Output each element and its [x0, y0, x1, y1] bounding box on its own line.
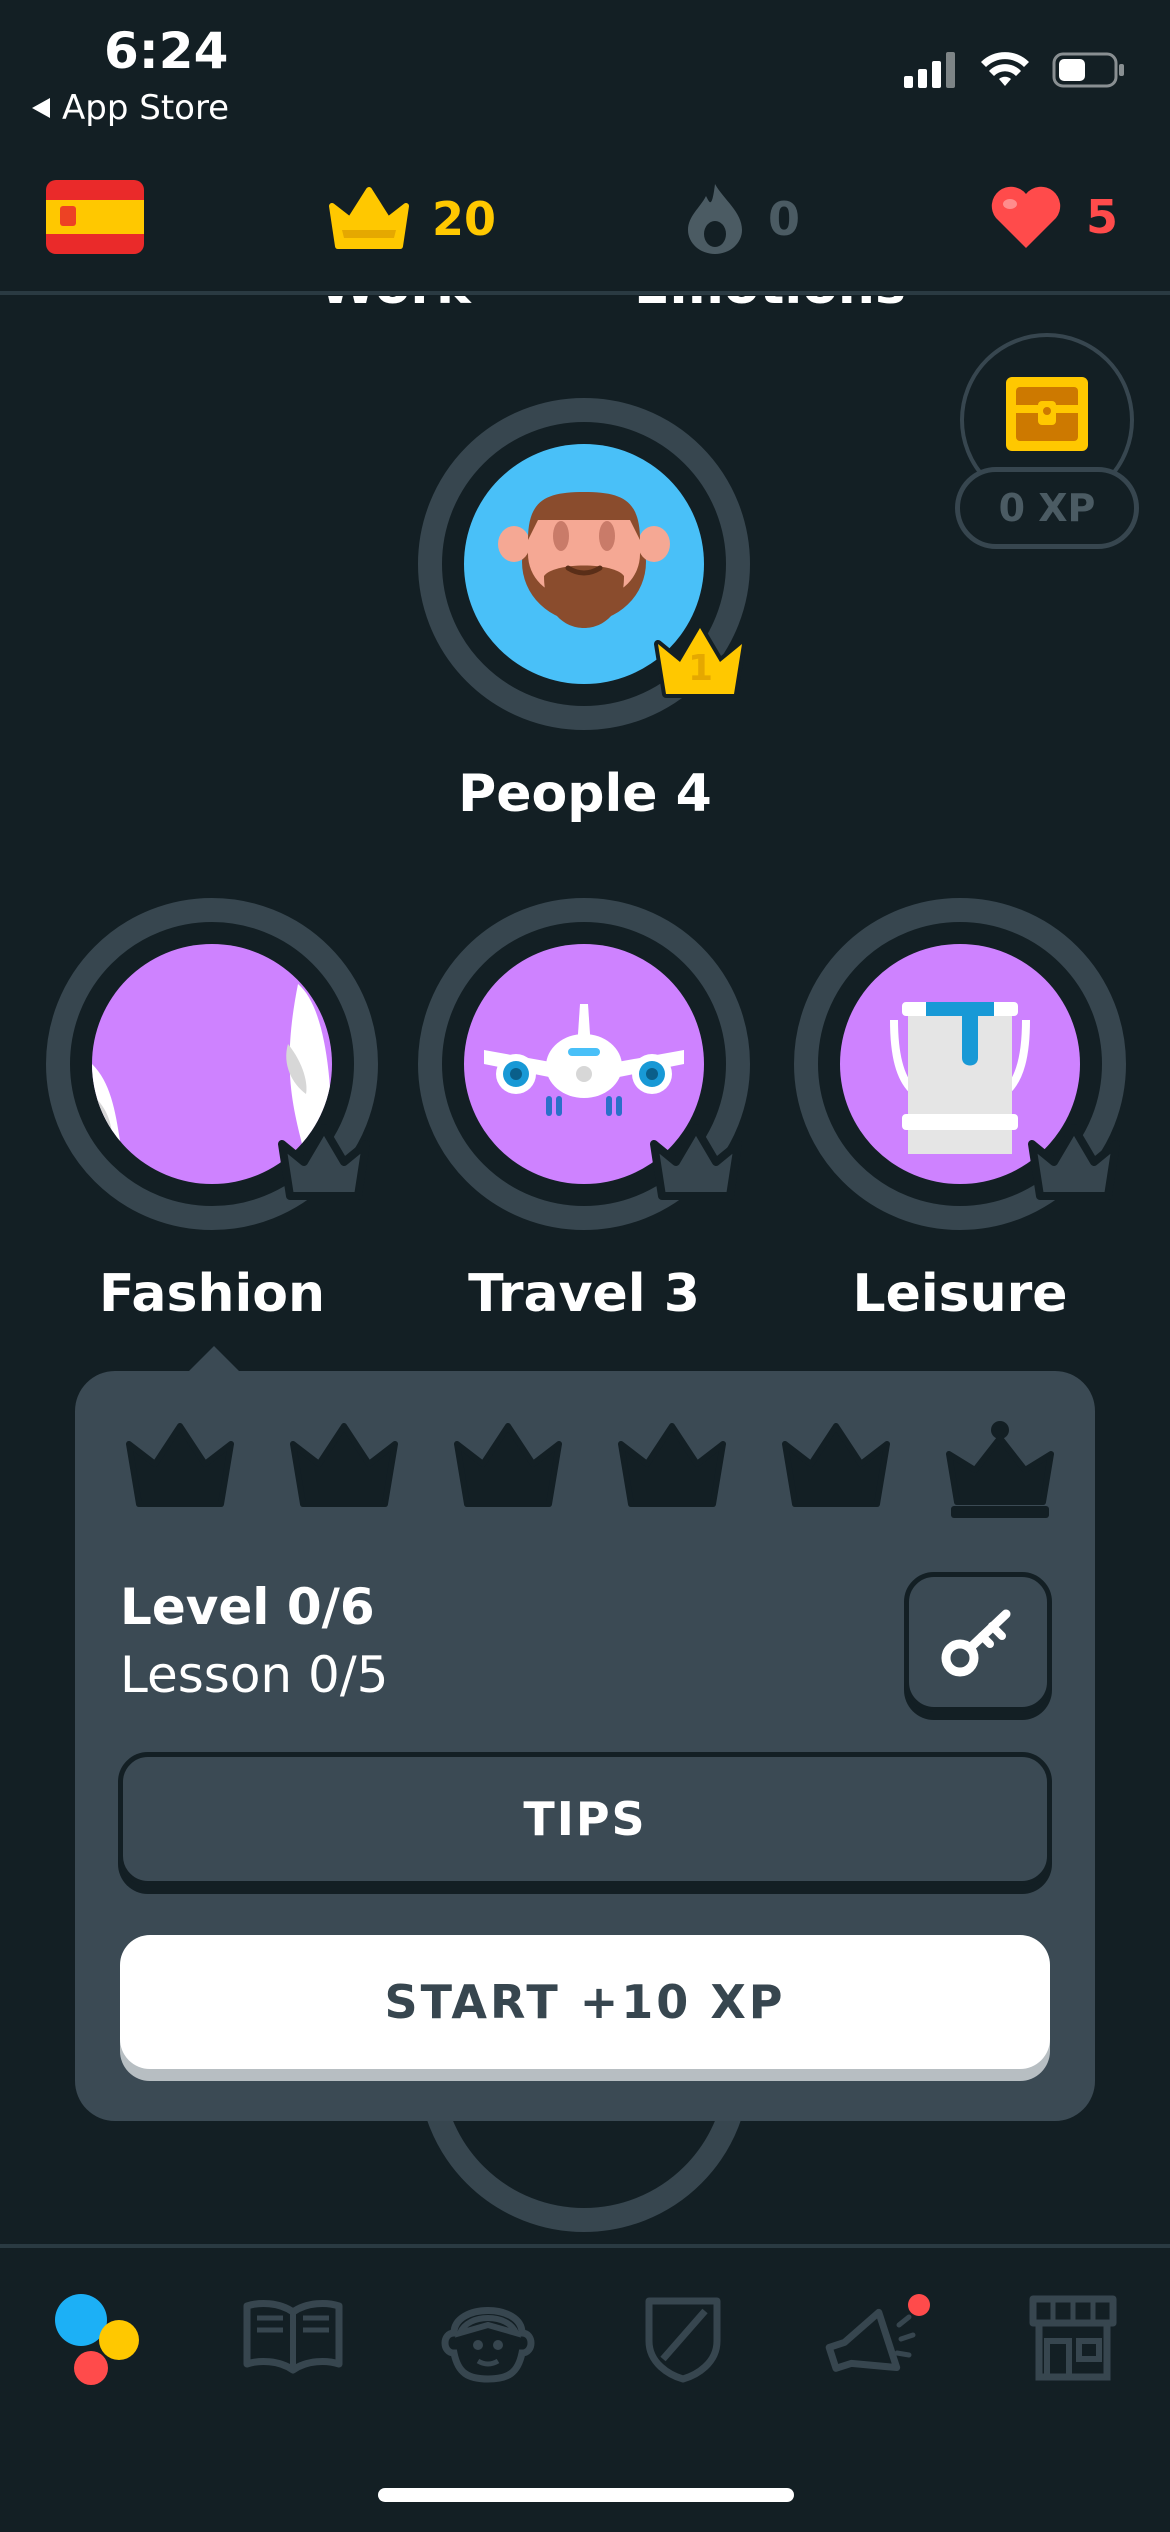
- level-crowns-row: [125, 1420, 1055, 1520]
- back-app-label: App Store: [62, 88, 230, 128]
- home-indicator[interactable]: [378, 2488, 794, 2502]
- wifi-icon: [981, 52, 1029, 86]
- hearts-count-value: 5: [1086, 190, 1119, 244]
- skill-title-work: Work: [270, 296, 520, 316]
- heart-icon: [991, 186, 1061, 248]
- skill-title-leisure: Leisure: [852, 1264, 1068, 1324]
- status-icons: [904, 52, 1126, 88]
- lesson-text: Lesson 0/5: [120, 1646, 389, 1704]
- nav-stories[interactable]: [233, 2278, 353, 2398]
- spain-flag-icon: [46, 180, 144, 254]
- nav-learn[interactable]: [38, 2278, 158, 2398]
- bottom-nav: [0, 2248, 1170, 2428]
- crown-count-value: 20: [432, 192, 497, 246]
- tips-button[interactable]: TIPS: [118, 1752, 1052, 1886]
- skill-people-crown-badge: 1: [652, 622, 748, 704]
- level-crown-icon: [618, 1423, 726, 1507]
- hearts-count[interactable]: 5: [988, 184, 1118, 250]
- locked-crown-icon: [278, 1124, 370, 1200]
- learn-icon: [54, 2294, 139, 2385]
- partial-skill-titles: Work Emotions: [0, 296, 1170, 326]
- legendary-crown-icon: [946, 1421, 1054, 1518]
- nav-leagues[interactable]: [623, 2278, 743, 2398]
- skill-travel-crown-badge: [646, 1120, 746, 1206]
- shop-icon: [1029, 2295, 1116, 2381]
- level-crown-icon: [290, 1423, 398, 1507]
- skill-people-crown-level: 1: [688, 648, 714, 689]
- level-crown-icon: [126, 1423, 234, 1507]
- skill-title-people: People 4: [458, 764, 712, 824]
- skill-title-fashion: Fashion: [98, 1264, 326, 1324]
- skill-title-emotions: Emotions: [620, 296, 920, 316]
- start-lesson-button[interactable]: START +10 XP: [120, 1935, 1050, 2069]
- chest-xp-label: 0 XP: [955, 467, 1139, 549]
- key-icon: [941, 1609, 1011, 1677]
- leagues-icon: [645, 2297, 720, 2383]
- nav-news[interactable]: [818, 2278, 938, 2398]
- locked-crown-icon: [1028, 1124, 1120, 1200]
- skip-level-key-button[interactable]: [904, 1572, 1052, 1712]
- level-crown-icon: [782, 1423, 890, 1507]
- skill-fashion-crown-badge: [274, 1120, 374, 1206]
- status-time: 6:24: [104, 22, 229, 80]
- back-to-app-store[interactable]: App Store: [30, 88, 229, 128]
- cellular-signal-icon: [904, 52, 955, 88]
- treasure-chest-icon: [1006, 377, 1088, 451]
- nav-profile[interactable]: [428, 2278, 548, 2398]
- popup-pointer: [188, 1346, 240, 1372]
- back-triangle-icon: [32, 98, 50, 118]
- nav-shop[interactable]: [1013, 2278, 1133, 2398]
- level-crown-icon: [454, 1423, 562, 1507]
- streak-count-value: 0: [768, 192, 801, 246]
- locked-crown-icon: [650, 1124, 742, 1200]
- skill-leisure-crown-badge: [1024, 1120, 1124, 1206]
- flame-icon: [688, 184, 742, 254]
- stats-divider: [0, 291, 1170, 295]
- crown-icon: [329, 187, 409, 249]
- language-flag[interactable]: [46, 180, 144, 258]
- streak-count[interactable]: 0: [684, 182, 800, 256]
- level-text: Level 0/6: [120, 1578, 375, 1636]
- skill-title-travel: Travel 3: [468, 1264, 700, 1324]
- crown-count[interactable]: 20: [328, 186, 496, 252]
- stats-bar: 20 0 5: [0, 150, 1170, 292]
- news-notification-dot: [907, 2294, 930, 2316]
- news-icon: [825, 2294, 930, 2372]
- battery-icon: [1052, 52, 1124, 88]
- stories-icon: [243, 2300, 342, 2374]
- profile-icon: [441, 2307, 534, 2383]
